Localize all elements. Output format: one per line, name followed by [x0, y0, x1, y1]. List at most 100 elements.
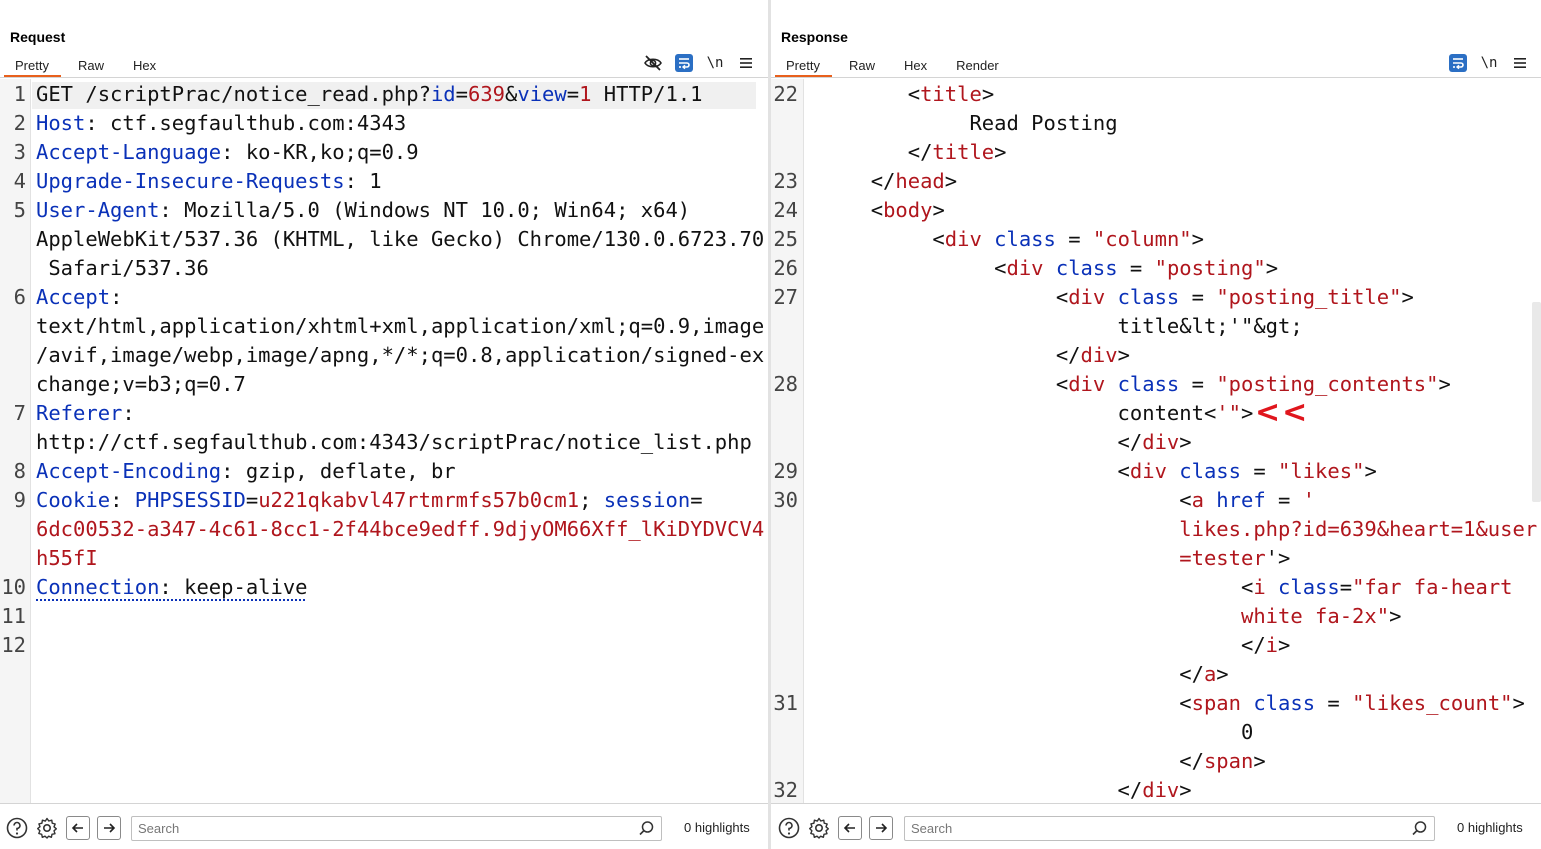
response-editor[interactable]: 22 <title> Read Posting </title> 23 </hea… — [771, 79, 1541, 803]
code-token: = — [1179, 285, 1217, 309]
hide-headers-button[interactable] — [642, 52, 664, 74]
code-token: = — [1055, 227, 1093, 251]
code-line: =tester'> — [809, 544, 1290, 573]
response-highlight-count: 0 highlights — [1457, 820, 1523, 835]
tab-render[interactable]: Render — [945, 55, 1011, 77]
code-token: = — [1117, 256, 1155, 280]
code-token: PHPSESSID — [134, 488, 246, 512]
previous-match-button[interactable] — [838, 816, 862, 840]
response-scrollbar[interactable] — [1532, 302, 1541, 502]
code-token: change;v=b3;q=0.7 — [36, 372, 246, 396]
line-number: 26 — [773, 256, 798, 280]
show-newlines-button[interactable]: \n — [704, 52, 726, 74]
arrow-right-icon — [876, 823, 888, 833]
tab-raw[interactable]: Raw — [67, 55, 116, 77]
code-line: likes.php?id=639&heart=1&user — [809, 515, 1537, 544]
code-token: = — [1265, 488, 1303, 512]
code-token: "likes" — [1278, 459, 1365, 483]
tab-pretty[interactable]: Pretty — [4, 55, 61, 77]
request-search-input[interactable] — [132, 817, 661, 840]
tab-hex[interactable]: Hex — [122, 55, 168, 77]
code-token: : ctf.segfaulthub.com:4343 — [85, 111, 407, 135]
help-button[interactable] — [5, 816, 29, 840]
line-number: 29 — [773, 459, 798, 483]
previous-match-button[interactable] — [66, 816, 90, 840]
code-line: Accept: — [36, 283, 122, 312]
tab-pretty[interactable]: Pretty — [775, 55, 832, 77]
code-token: u221qkabvl47rtmrmfs57b0cm1 — [258, 488, 580, 512]
request-editor[interactable]: 1 GET /scriptPrac/notice_read.php?id=639&… — [0, 79, 768, 803]
settings-button[interactable] — [807, 816, 831, 840]
code-token: i — [1265, 633, 1278, 657]
code-token: < — [809, 256, 1007, 280]
code-token: = — [566, 82, 580, 106]
line-number: 8 — [13, 459, 26, 483]
response-search-input[interactable] — [905, 817, 1434, 840]
line-number: 1 — [13, 82, 26, 106]
code-line: h55fI — [36, 544, 98, 573]
code-token: < — [809, 459, 1130, 483]
code-token: < — [809, 372, 1069, 396]
next-match-button[interactable] — [869, 816, 893, 840]
code-token: Safari/537.36 — [36, 256, 209, 280]
wrap-lines-button[interactable] — [1447, 52, 1469, 74]
hamburger-menu-icon — [1514, 58, 1526, 68]
help-button[interactable] — [777, 816, 801, 840]
tab-hex[interactable]: Hex — [893, 55, 939, 77]
wrap-lines-button[interactable] — [673, 52, 695, 74]
code-token: > — [1191, 227, 1204, 251]
tab-raw[interactable]: Raw — [838, 55, 887, 77]
code-token: Accept — [36, 285, 111, 309]
next-match-button[interactable] — [97, 816, 121, 840]
code-token: ; — [579, 488, 604, 512]
help-icon — [6, 817, 28, 839]
code-token: "far fa-heart — [1352, 575, 1513, 599]
gear-icon — [37, 817, 57, 839]
code-token: div — [1142, 778, 1180, 802]
code-line: </a> — [809, 660, 1228, 689]
code-token: </ — [809, 140, 933, 164]
code-line: Cookie: PHPSESSID=u221qkabvl47rtmrmfs57b… — [36, 486, 703, 515]
request-code[interactable]: 1 GET /scriptPrac/notice_read.php?id=639&… — [0, 79, 768, 803]
code-token: User-Agent — [36, 198, 160, 222]
code-token: "posting" — [1154, 256, 1266, 280]
code-token: > — [1179, 430, 1192, 454]
code-token: = — [690, 488, 703, 512]
code-line: title&lt;'"&gt; — [809, 312, 1303, 341]
code-token: href — [1216, 488, 1266, 512]
response-search-bar: 0 highlights — [771, 803, 1541, 849]
response-code[interactable]: 22 <title> Read Posting </title> 23 </hea… — [771, 79, 1541, 803]
code-token: class — [1179, 459, 1241, 483]
line-number: 2 — [13, 111, 26, 135]
show-newlines-button[interactable]: \n — [1478, 52, 1500, 74]
code-token: http://ctf.segfaulthub.com:4343/scriptPr… — [36, 430, 752, 454]
code-token: class — [1117, 285, 1180, 309]
code-token: content< — [809, 401, 1217, 425]
gear-icon — [809, 817, 829, 839]
wrap-text-icon — [675, 54, 693, 72]
settings-button[interactable] — [35, 816, 59, 840]
code-token: < — [809, 488, 1192, 512]
code-token: "posting_contents" — [1216, 372, 1439, 396]
line-number: 6 — [13, 285, 26, 309]
response-menu-button[interactable] — [1509, 52, 1531, 74]
request-menu-button[interactable] — [735, 52, 757, 74]
request-search-bar: 0 highlights — [0, 803, 768, 849]
code-token: div — [1142, 430, 1180, 454]
code-token: = — [1339, 575, 1353, 599]
code-token: div — [1080, 343, 1118, 367]
line-number: 11 — [1, 604, 26, 628]
request-highlight-count: 0 highlights — [684, 820, 750, 835]
code-token: </ — [809, 343, 1081, 367]
code-token: Accept-Encoding — [36, 459, 222, 483]
line-number: 27 — [773, 285, 798, 309]
code-token: < — [809, 198, 884, 222]
line-number: 7 — [13, 401, 26, 425]
line-number: 31 — [773, 691, 798, 715]
response-pane: Response Pretty Raw Hex Render \n 22 <title… — [771, 0, 1541, 849]
eye-off-icon — [644, 55, 662, 71]
